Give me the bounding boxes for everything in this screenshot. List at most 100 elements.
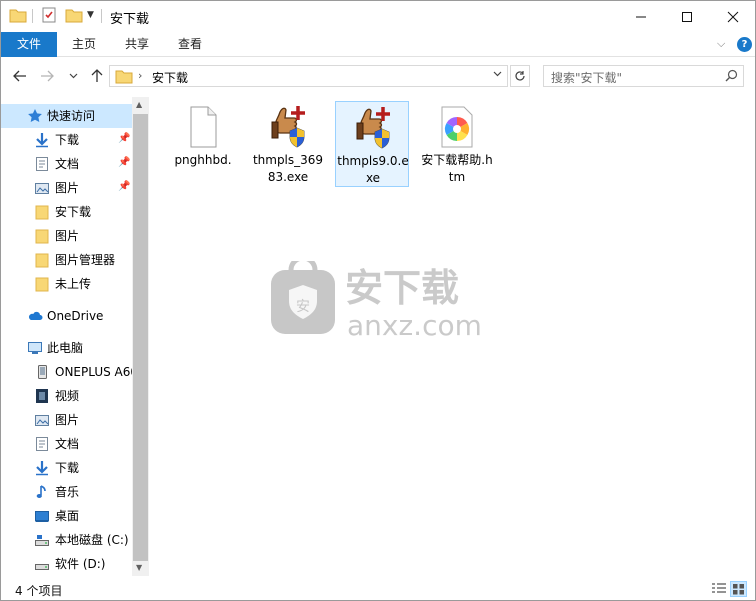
file-name: pnghhbd. xyxy=(174,153,232,167)
minimize-icon xyxy=(636,16,646,17)
search-icon[interactable] xyxy=(725,69,738,85)
search-input[interactable]: 搜索"安下载" xyxy=(551,69,622,86)
file-item-selected[interactable]: thmpls9.0.exe xyxy=(335,101,409,187)
nav-pc-item[interactable]: 图片 xyxy=(1,408,132,432)
toolbar-separator xyxy=(32,9,33,23)
file-view[interactable]: pnghhbd. thmpls_36983.exe thmpls9.0.exe … xyxy=(150,91,755,577)
pin-icon[interactable]: 📌 xyxy=(118,133,130,144)
nav-qa-item[interactable]: 图片 📌 xyxy=(1,176,132,200)
document-icon xyxy=(34,156,50,172)
minimize-button[interactable] xyxy=(618,1,664,32)
new-folder-icon[interactable] xyxy=(65,7,83,25)
nav-item-label: 下载 xyxy=(55,133,80,147)
watermark-cn-text: 安下载 xyxy=(345,266,459,310)
ribbon-tabs: 文件 主页 共享 查看 ⌵ ? xyxy=(1,32,755,57)
nav-pc-item[interactable]: 视频 xyxy=(1,384,132,408)
recent-locations-button[interactable] xyxy=(63,66,83,86)
drive-icon xyxy=(34,556,50,572)
navigation-pane: 快速访问 下载 📌 文档 📌 图片 📌 安下载 图片 图片管理器 未上传 One… xyxy=(1,97,132,576)
help-icon[interactable]: ? xyxy=(737,37,752,52)
nav-item-label: 图片 xyxy=(55,181,80,195)
music-icon xyxy=(34,484,50,500)
nav-onedrive[interactable]: OneDrive xyxy=(1,304,132,328)
search-box[interactable]: 搜索"安下载" xyxy=(543,65,744,87)
nav-this-pc-label: 此电脑 xyxy=(47,341,84,355)
address-history-chevron-icon[interactable] xyxy=(493,70,502,80)
properties-icon[interactable] xyxy=(41,7,57,25)
nav-pc-item[interactable]: 本地磁盘 (C:) xyxy=(1,528,132,552)
tab-share[interactable]: 共享 xyxy=(114,32,160,57)
nav-item-label: 音乐 xyxy=(55,485,80,499)
tab-file[interactable]: 文件 xyxy=(1,32,57,57)
nav-qa-item[interactable]: 文档 📌 xyxy=(1,152,132,176)
maximize-button[interactable] xyxy=(664,1,710,32)
address-bar[interactable]: › 安下载 xyxy=(109,65,508,87)
nav-item-label: 桌面 xyxy=(55,509,80,523)
nav-quick-access[interactable]: 快速访问 xyxy=(1,104,132,128)
close-button[interactable] xyxy=(710,1,755,32)
file-item[interactable]: thmpls_36983.exe xyxy=(251,101,325,187)
file-item[interactable]: pnghhbd. xyxy=(166,101,240,187)
large-icons-view-icon[interactable] xyxy=(730,581,747,597)
nav-item-label: 图片 xyxy=(55,413,80,427)
htm-file-icon xyxy=(437,104,477,150)
pin-icon[interactable]: 📌 xyxy=(118,181,130,192)
nav-item-label: 图片 xyxy=(55,229,80,243)
expand-ribbon-icon[interactable]: ⌵ xyxy=(717,37,725,51)
nav-qa-item[interactable]: 未上传 xyxy=(1,272,132,296)
breadcrumb-chevron-icon[interactable]: › xyxy=(138,69,142,82)
tab-view[interactable]: 查看 xyxy=(167,32,213,57)
folder-icon xyxy=(34,204,50,220)
computer-icon xyxy=(27,340,43,356)
nav-item-label: 下载 xyxy=(55,461,80,475)
back-button[interactable] xyxy=(10,66,30,86)
breadcrumb-current[interactable]: 安下载 xyxy=(152,69,188,86)
navpane-scrollbar[interactable]: ▲ ▼ xyxy=(132,97,149,576)
pictures-icon xyxy=(34,412,50,428)
file-item[interactable]: 安下载帮助.htm xyxy=(420,101,494,187)
scrollbar-thumb[interactable] xyxy=(133,114,148,561)
title-bar: ▼ 安下载 xyxy=(1,1,755,32)
arrow-left-icon xyxy=(13,70,26,82)
forward-button[interactable] xyxy=(37,66,57,86)
navigation-bar: › 安下载 搜索"安下载" xyxy=(1,61,755,91)
status-bar: 4 个项目 xyxy=(1,577,755,600)
toolbar-separator xyxy=(101,9,102,23)
nav-qa-item[interactable]: 图片管理器 xyxy=(1,248,132,272)
pin-icon[interactable]: 📌 xyxy=(118,157,130,168)
refresh-button[interactable] xyxy=(510,65,530,87)
nav-item-label: 本地磁盘 (C:) xyxy=(55,533,129,547)
customize-toolbar-chevron-icon[interactable]: ▼ xyxy=(87,10,94,20)
phone-icon xyxy=(34,364,50,380)
pictures-icon xyxy=(34,180,50,196)
chevron-down-icon xyxy=(69,73,77,79)
file-name: 安下载帮助.htm xyxy=(421,153,493,184)
nav-item-label: 文档 xyxy=(55,437,80,451)
star-icon xyxy=(27,108,43,124)
nav-pc-item[interactable]: ONEPLUS A6000 xyxy=(1,360,132,384)
nav-qa-item[interactable]: 下载 📌 xyxy=(1,128,132,152)
arrow-up-icon xyxy=(91,69,103,82)
details-view-icon[interactable] xyxy=(711,582,727,596)
nav-pc-item[interactable]: 音乐 xyxy=(1,480,132,504)
scroll-down-icon[interactable]: ▼ xyxy=(136,563,142,572)
up-button[interactable] xyxy=(87,66,107,86)
nav-pc-item[interactable]: 文档 xyxy=(1,432,132,456)
nav-pc-item[interactable]: 下载 xyxy=(1,456,132,480)
watermark: 安 安下载 anxz.com xyxy=(271,255,501,342)
thumbs-up-installer-icon xyxy=(353,105,393,151)
thumbs-up-installer-icon xyxy=(268,104,308,150)
nav-this-pc[interactable]: 此电脑 xyxy=(1,336,132,360)
window-title: 安下载 xyxy=(110,12,150,27)
nav-item-label: 文档 xyxy=(55,157,80,171)
nav-quick-access-label: 快速访问 xyxy=(47,109,96,123)
nav-pc-item[interactable]: 软件 (D:) xyxy=(1,552,132,576)
tab-home[interactable]: 主页 xyxy=(61,32,107,57)
watermark-en-text: anxz.com xyxy=(347,309,482,341)
nav-item-label: 安下载 xyxy=(55,205,92,219)
nav-qa-item[interactable]: 图片 xyxy=(1,224,132,248)
scroll-up-icon[interactable]: ▲ xyxy=(136,100,142,109)
nav-qa-item[interactable]: 安下载 xyxy=(1,200,132,224)
nav-pc-item[interactable]: 桌面 xyxy=(1,504,132,528)
nav-item-label: ONEPLUS A6000 xyxy=(55,365,132,379)
